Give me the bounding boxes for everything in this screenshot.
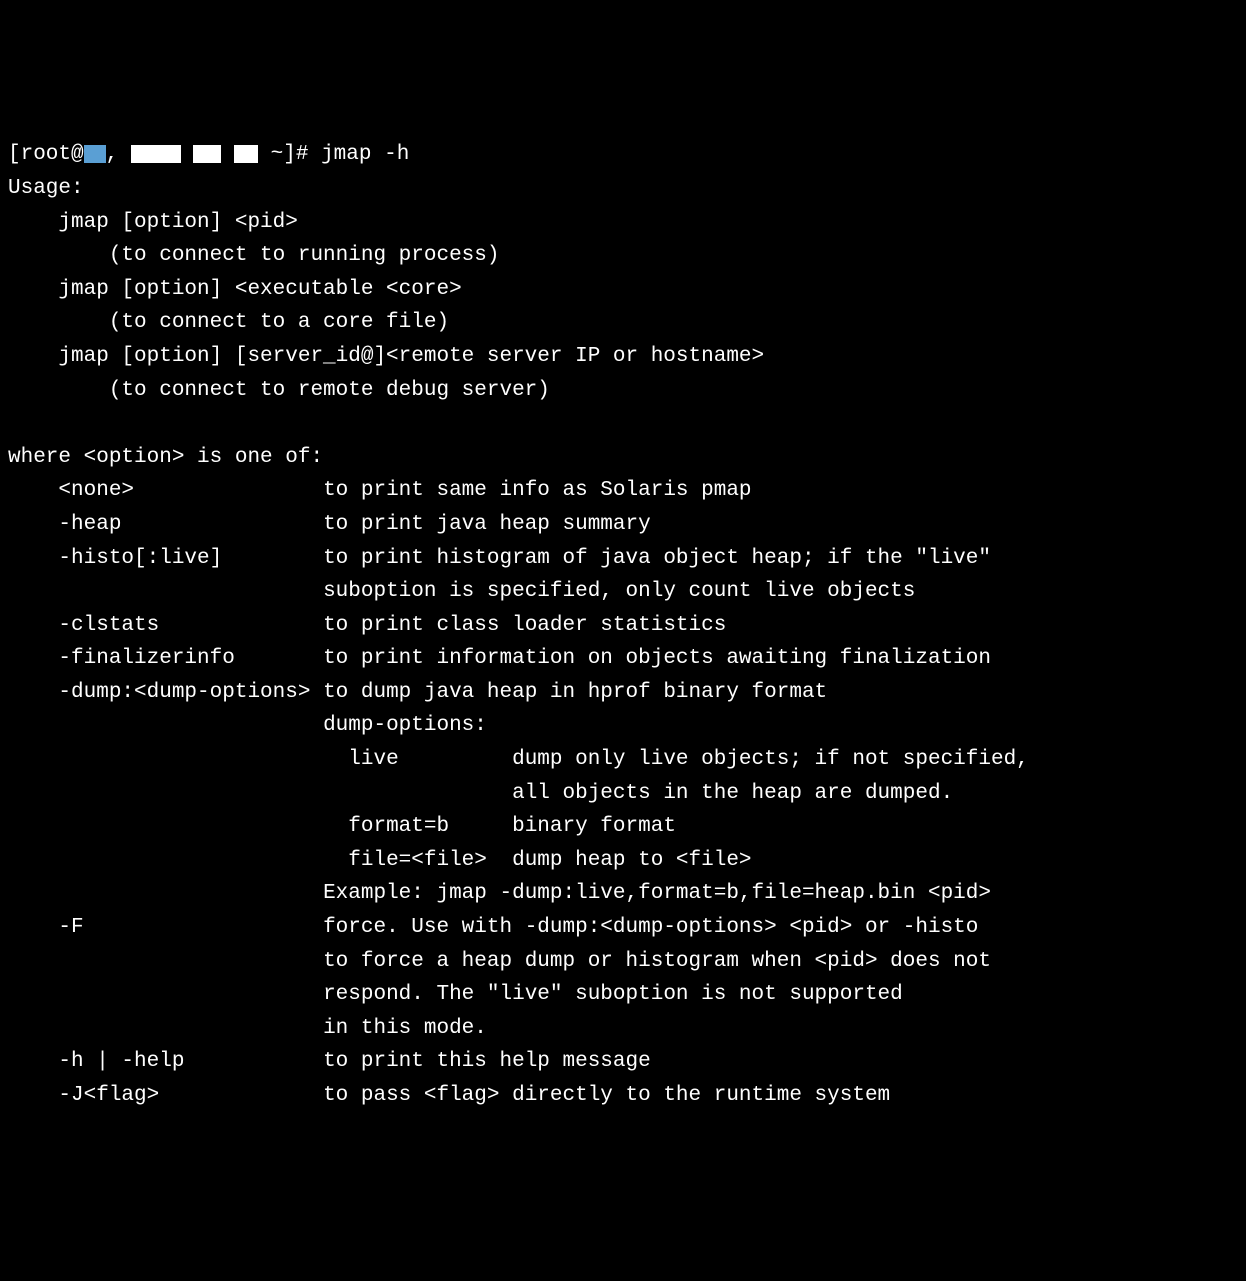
redacted-host-1 [84, 145, 106, 163]
option-flag [8, 580, 323, 603]
option-desc: to force a heap dump or histogram when <… [323, 950, 991, 973]
option-flag [8, 714, 323, 737]
option-desc: to print same info as Solaris pmap [323, 479, 751, 502]
option-row: respond. The "live" suboption is not sup… [8, 983, 903, 1006]
option-row: -heap to print java heap summary [8, 513, 651, 536]
redacted-host-3 [193, 145, 221, 163]
option-row: -J<flag> to pass <flag> directly to the … [8, 1084, 890, 1107]
option-desc: to dump java heap in hprof binary format [323, 681, 827, 704]
option-row: -h | -help to print this help message [8, 1050, 651, 1073]
option-row: -F force. Use with -dump:<dump-options> … [8, 916, 978, 939]
option-desc: Example: jmap -dump:live,format=b,file=h… [323, 882, 991, 905]
option-row: in this mode. [8, 1017, 487, 1040]
option-row: -dump:<dump-options> to dump java heap i… [8, 681, 827, 704]
option-flag [8, 882, 323, 905]
option-row: all objects in the heap are dumped. [8, 782, 953, 805]
option-flag: -histo[:live] [8, 547, 323, 570]
option-desc: all objects in the heap are dumped. [323, 782, 953, 805]
option-flag: -J<flag> [8, 1084, 323, 1107]
where-header: where <option> is one of: [8, 446, 323, 469]
option-row: live dump only live objects; if not spec… [8, 748, 1029, 771]
redacted-host-2 [131, 145, 181, 163]
option-flag: -finalizerinfo [8, 647, 323, 670]
option-desc: suboption is specified, only count live … [323, 580, 915, 603]
option-flag [8, 983, 323, 1006]
option-row: suboption is specified, only count live … [8, 580, 915, 603]
option-flag [8, 748, 323, 771]
option-flag: -dump:<dump-options> [8, 681, 323, 704]
option-row: -finalizerinfo to print information on o… [8, 647, 991, 670]
option-flag: -clstats [8, 614, 323, 637]
option-flag [8, 849, 323, 872]
option-row: file=<file> dump heap to <file> [8, 849, 752, 872]
option-desc: format=b binary format [323, 815, 676, 838]
option-row: <none> to print same info as Solaris pma… [8, 479, 752, 502]
option-desc: to print class loader statistics [323, 614, 726, 637]
redacted-host-4 [234, 145, 258, 163]
option-row: -clstats to print class loader statistic… [8, 614, 726, 637]
usage-line: (to connect to running process) [8, 244, 499, 267]
option-desc: to print java heap summary [323, 513, 651, 536]
command-text[interactable]: jmap -h [321, 143, 409, 166]
option-desc: respond. The "live" suboption is not sup… [323, 983, 903, 1006]
terminal-output: [root@, ~]# jmap -h Usage: jmap [option]… [8, 138, 1238, 1112]
prompt-prefix: [root@ [8, 143, 84, 166]
option-row: -histo[:live] to print histogram of java… [8, 547, 991, 570]
shell-prompt: [root@, ~]# jmap -h [8, 143, 409, 166]
usage-line: jmap [option] <pid> [8, 211, 298, 234]
usage-line: (to connect to remote debug server) [8, 379, 550, 402]
option-row: dump-options: [8, 714, 487, 737]
usage-line: jmap [option] [server_id@]<remote server… [8, 345, 764, 368]
option-desc: to pass <flag> directly to the runtime s… [323, 1084, 890, 1107]
option-flag: -h | -help [8, 1050, 323, 1073]
prompt-middle: , [106, 143, 119, 166]
option-flag [8, 950, 323, 973]
option-desc: to print information on objects awaiting… [323, 647, 991, 670]
option-row: format=b binary format [8, 815, 676, 838]
option-desc: file=<file> dump heap to <file> [323, 849, 751, 872]
option-flag [8, 782, 323, 805]
option-desc: to print this help message [323, 1050, 651, 1073]
option-flag: -heap [8, 513, 323, 536]
option-flag: -F [8, 916, 323, 939]
usage-header: Usage: [8, 177, 84, 200]
option-flag [8, 815, 323, 838]
usage-line: jmap [option] <executable <core> [8, 278, 462, 301]
option-desc: to print histogram of java object heap; … [323, 547, 991, 570]
option-desc: force. Use with -dump:<dump-options> <pi… [323, 916, 978, 939]
usage-line: (to connect to a core file) [8, 311, 449, 334]
option-desc: dump-options: [323, 714, 487, 737]
option-row: to force a heap dump or histogram when <… [8, 950, 991, 973]
prompt-suffix: ~]# [258, 143, 321, 166]
option-desc: live dump only live objects; if not spec… [323, 748, 1029, 771]
option-row: Example: jmap -dump:live,format=b,file=h… [8, 882, 991, 905]
option-desc: in this mode. [323, 1017, 487, 1040]
option-flag [8, 1017, 323, 1040]
option-flag: <none> [8, 479, 323, 502]
